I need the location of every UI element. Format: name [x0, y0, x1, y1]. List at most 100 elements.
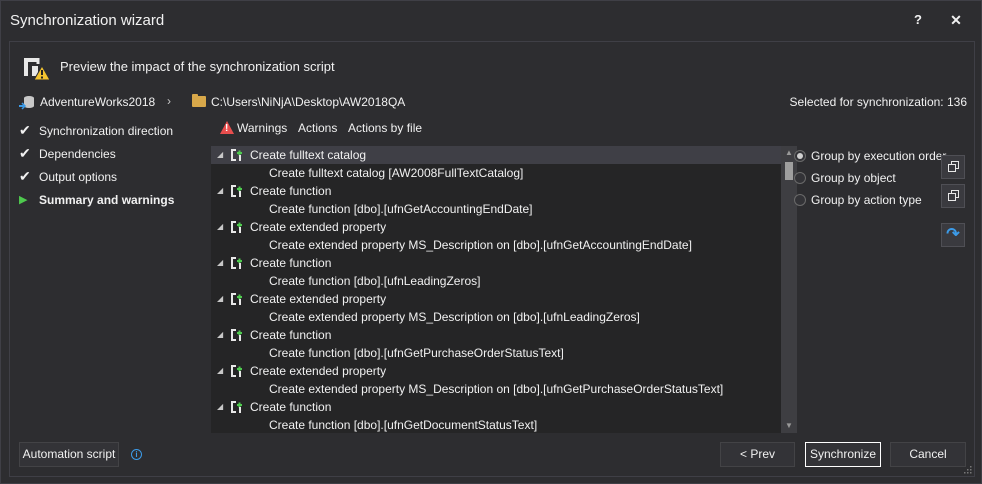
info-icon[interactable]: i	[131, 449, 142, 460]
play-arrow-icon: ▶	[19, 194, 28, 206]
tree-group-row[interactable]: ◢ Create extended property	[211, 218, 781, 236]
collapse-triangle-icon[interactable]: ◢	[217, 254, 223, 272]
tree-group-row[interactable]: ◢ Create function	[211, 398, 781, 416]
expand-all-icon-part	[948, 164, 956, 172]
radio-label: Group by object	[811, 171, 896, 185]
tree-row-label: Create extended property MS_Description …	[269, 238, 692, 252]
expand-all-button[interactable]	[941, 155, 965, 179]
step-output-options[interactable]: ✔ Output options	[19, 169, 209, 192]
tree-group-row[interactable]: ◢ Create extended property	[211, 290, 781, 308]
grouping-options: Group by execution order Group by object…	[793, 148, 947, 214]
tree-group-row[interactable]: ◢ Create function	[211, 326, 781, 344]
create-action-icon	[230, 184, 244, 198]
step-label: Output options	[39, 170, 118, 184]
tree-group-row[interactable]: ◢ Create extended property	[211, 362, 781, 380]
collapse-triangle-icon[interactable]: ◢	[217, 146, 223, 164]
tree-row-label: Create extended property MS_Description …	[269, 382, 724, 396]
create-action-icon	[230, 148, 244, 162]
tree-child-row[interactable]: Create extended property MS_Description …	[211, 236, 781, 254]
selected-count: Selected for synchronization: 136	[789, 95, 967, 109]
collapse-triangle-icon[interactable]: ◢	[217, 182, 223, 200]
synchronize-button[interactable]: Synchronize	[805, 442, 881, 467]
warning-icon: !	[220, 121, 234, 134]
tree-child-row[interactable]: Create extended property MS_Description …	[211, 308, 781, 326]
page-title: Preview the impact of the synchronizatio…	[60, 59, 335, 74]
database-icon	[19, 96, 34, 110]
source-target-row: AdventureWorks2018 › C:\Users\NiNjA\Desk…	[19, 94, 967, 110]
tree-row-label: Create function [dbo].[ufnLeadingZeros]	[269, 274, 481, 288]
tree-row-label: Create function [dbo].[ufnGetDocumentSta…	[269, 418, 538, 432]
radio-button[interactable]	[794, 172, 806, 184]
tree-row-label: Create extended property	[250, 220, 387, 234]
collapse-triangle-icon[interactable]: ◢	[217, 326, 223, 344]
step-label: Dependencies	[39, 147, 116, 161]
create-action-icon	[230, 328, 244, 342]
wizard-steps: ✔ Synchronization direction ✔ Dependenci…	[19, 123, 209, 215]
tree-child-row[interactable]: Create function [dbo].[ufnLeadingZeros]	[211, 272, 781, 290]
radio-button[interactable]	[794, 194, 806, 206]
checkmark-icon: ✔	[19, 145, 31, 161]
collapse-triangle-icon[interactable]: ◢	[217, 362, 223, 380]
scroll-thumb[interactable]	[785, 162, 793, 180]
tree-group-row[interactable]: ◢ Create function	[211, 254, 781, 272]
tree-group-row[interactable]: ◢ Create fulltext catalog	[211, 146, 781, 164]
tree-row-label: Create function	[250, 328, 332, 342]
prev-button[interactable]: < Prev	[720, 442, 795, 467]
tab-actions[interactable]: Actions	[298, 121, 337, 135]
tree-child-row[interactable]: Create fulltext catalog [AW2008FullTextC…	[211, 164, 781, 182]
group-by-action-type-option[interactable]: Group by action type	[793, 192, 943, 214]
tree-row-label: Create fulltext catalog	[250, 148, 367, 162]
window-title: Synchronization wizard	[10, 12, 165, 29]
step-dependencies[interactable]: ✔ Dependencies	[19, 146, 209, 169]
chevron-right-icon: ›	[167, 94, 171, 108]
tree-child-row[interactable]: Create function [dbo].[ufnGetPurchaseOrd…	[211, 344, 781, 362]
tree-child-row[interactable]: Create function [dbo].[ufnGetDocumentSta…	[211, 416, 781, 433]
collapse-all-button[interactable]	[941, 184, 965, 208]
sync-wizard-window: Synchronization wizard ? ✕ Preview the i…	[0, 0, 982, 484]
wizard-content: Preview the impact of the synchronizatio…	[9, 41, 975, 477]
source-database: AdventureWorks2018	[40, 95, 156, 109]
resize-grip-icon[interactable]	[962, 464, 972, 474]
checkmark-icon: ✔	[19, 168, 31, 184]
help-button[interactable]: ?	[905, 9, 931, 31]
step-label: Summary and warnings	[39, 193, 175, 207]
target-folder-path: C:\Users\NiNjA\Desktop\AW2018QA	[211, 95, 406, 109]
refresh-icon: ↷	[946, 226, 960, 243]
step-summary-and-warnings[interactable]: ▶ Summary and warnings	[19, 192, 209, 215]
group-by-object-option[interactable]: Group by object	[793, 170, 943, 192]
create-action-icon	[230, 220, 244, 234]
radio-button[interactable]	[794, 150, 806, 162]
step-synchronization-direction[interactable]: ✔ Synchronization direction	[19, 123, 209, 146]
tree-row-label: Create extended property	[250, 292, 387, 306]
tree-row-label: Create extended property	[250, 364, 387, 378]
radio-label: Group by execution order	[811, 149, 947, 163]
create-action-icon	[230, 364, 244, 378]
tree-row-label: Create function	[250, 256, 332, 270]
tree-child-row[interactable]: Create extended property MS_Description …	[211, 380, 781, 398]
folder-icon	[192, 94, 206, 107]
group-by-execution-order-option[interactable]: Group by execution order	[793, 148, 947, 170]
radio-label: Group by action type	[811, 193, 922, 207]
tree-row-label: Create extended property MS_Description …	[269, 310, 640, 324]
sync-warning-icon	[24, 58, 51, 81]
tree-row-label: Create function [dbo].[ufnGetAccountingE…	[269, 202, 533, 216]
create-action-icon	[230, 292, 244, 306]
tab-actions-by-file[interactable]: Actions by file	[348, 121, 422, 135]
collapse-all-icon-part	[948, 193, 956, 201]
tree-row-label: Create function	[250, 184, 332, 198]
close-button[interactable]: ✕	[943, 9, 969, 31]
cancel-button[interactable]: Cancel	[890, 442, 966, 467]
tab-label: Warnings	[237, 121, 288, 135]
automation-script-button[interactable]: Automation script	[19, 442, 119, 467]
tree-group-row[interactable]: ◢ Create function	[211, 182, 781, 200]
tree-row-label: Create function [dbo].[ufnGetPurchaseOrd…	[269, 346, 564, 360]
action-tree[interactable]: ◢ Create fulltext catalog Create fulltext …	[211, 146, 781, 433]
collapse-triangle-icon[interactable]: ◢	[217, 398, 223, 416]
tree-child-row[interactable]: Create function [dbo].[ufnGetAccountingE…	[211, 200, 781, 218]
create-action-icon	[230, 256, 244, 270]
collapse-triangle-icon[interactable]: ◢	[217, 290, 223, 308]
collapse-triangle-icon[interactable]: ◢	[217, 218, 223, 236]
scroll-down-icon[interactable]: ▼	[781, 419, 797, 433]
step-label: Synchronization direction	[39, 124, 174, 138]
refresh-button[interactable]: ↷	[941, 223, 965, 247]
